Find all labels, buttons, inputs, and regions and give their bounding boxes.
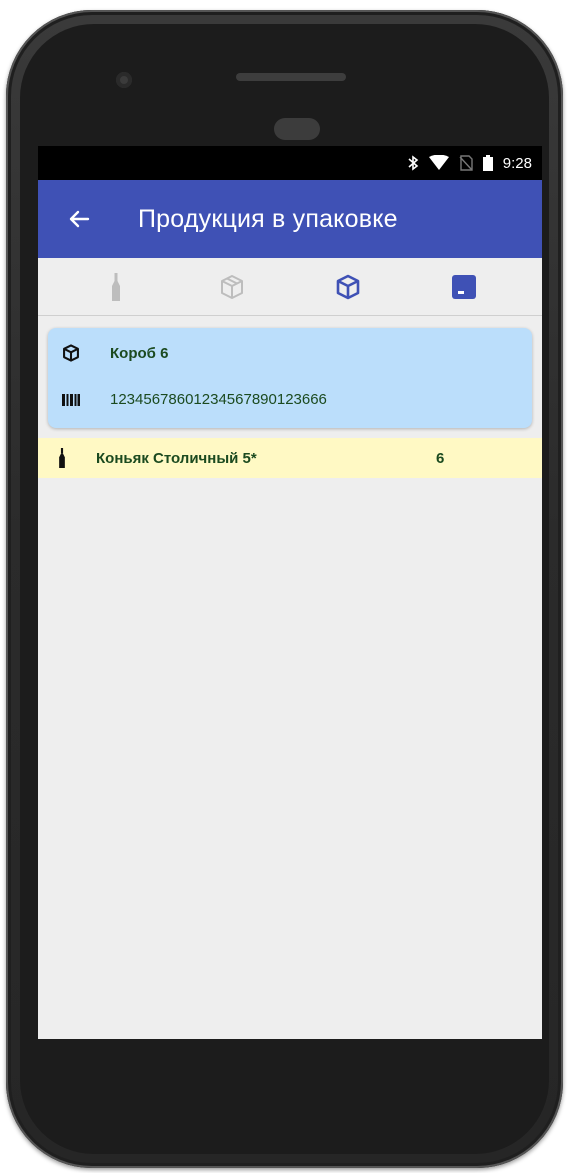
list-item[interactable]: Коньяк Столичный 5* 6 xyxy=(38,438,542,478)
box-outline-icon xyxy=(221,274,243,299)
bluetooth-icon xyxy=(407,155,419,171)
no-sim-icon xyxy=(459,155,473,171)
barcode-row: 12345678601234567890123666 xyxy=(62,391,327,408)
arrow-left-icon xyxy=(69,210,90,228)
wifi-icon xyxy=(428,155,449,171)
tab-pallets[interactable] xyxy=(434,265,494,309)
front-camera xyxy=(274,118,320,140)
barcode-icon xyxy=(62,393,84,406)
device-screen: 9:28 Продукция в упаковке Короб 6 123456… xyxy=(38,146,542,1039)
box-name: Короб 6 xyxy=(110,344,169,362)
box-name-row: Короб 6 xyxy=(62,344,168,362)
proximity-sensor xyxy=(116,72,132,88)
bottle-icon xyxy=(58,448,66,473)
tab-boxes[interactable] xyxy=(318,265,378,309)
box-icon xyxy=(62,344,84,362)
pallet-icon xyxy=(452,274,476,299)
earpiece-speaker xyxy=(236,73,346,81)
tab-strip xyxy=(38,258,542,316)
bottle-icon xyxy=(112,272,120,301)
status-time: 9:28 xyxy=(502,154,532,172)
app-bar: Продукция в упаковке xyxy=(38,180,542,258)
box-icon xyxy=(336,274,360,299)
tab-bottles[interactable] xyxy=(86,265,146,309)
product-quantity: 6 xyxy=(436,449,445,467)
back-button[interactable] xyxy=(64,204,94,234)
box-card[interactable]: Короб 6 12345678601234567890123666 xyxy=(48,328,532,428)
battery-icon xyxy=(482,155,493,171)
barcode-value: 12345678601234567890123666 xyxy=(110,391,327,408)
status-bar: 9:28 xyxy=(38,146,542,180)
tab-box-outline[interactable] xyxy=(202,265,262,309)
product-name: Коньяк Столичный 5* xyxy=(96,449,257,467)
page-title: Продукция в упаковке xyxy=(138,204,398,233)
